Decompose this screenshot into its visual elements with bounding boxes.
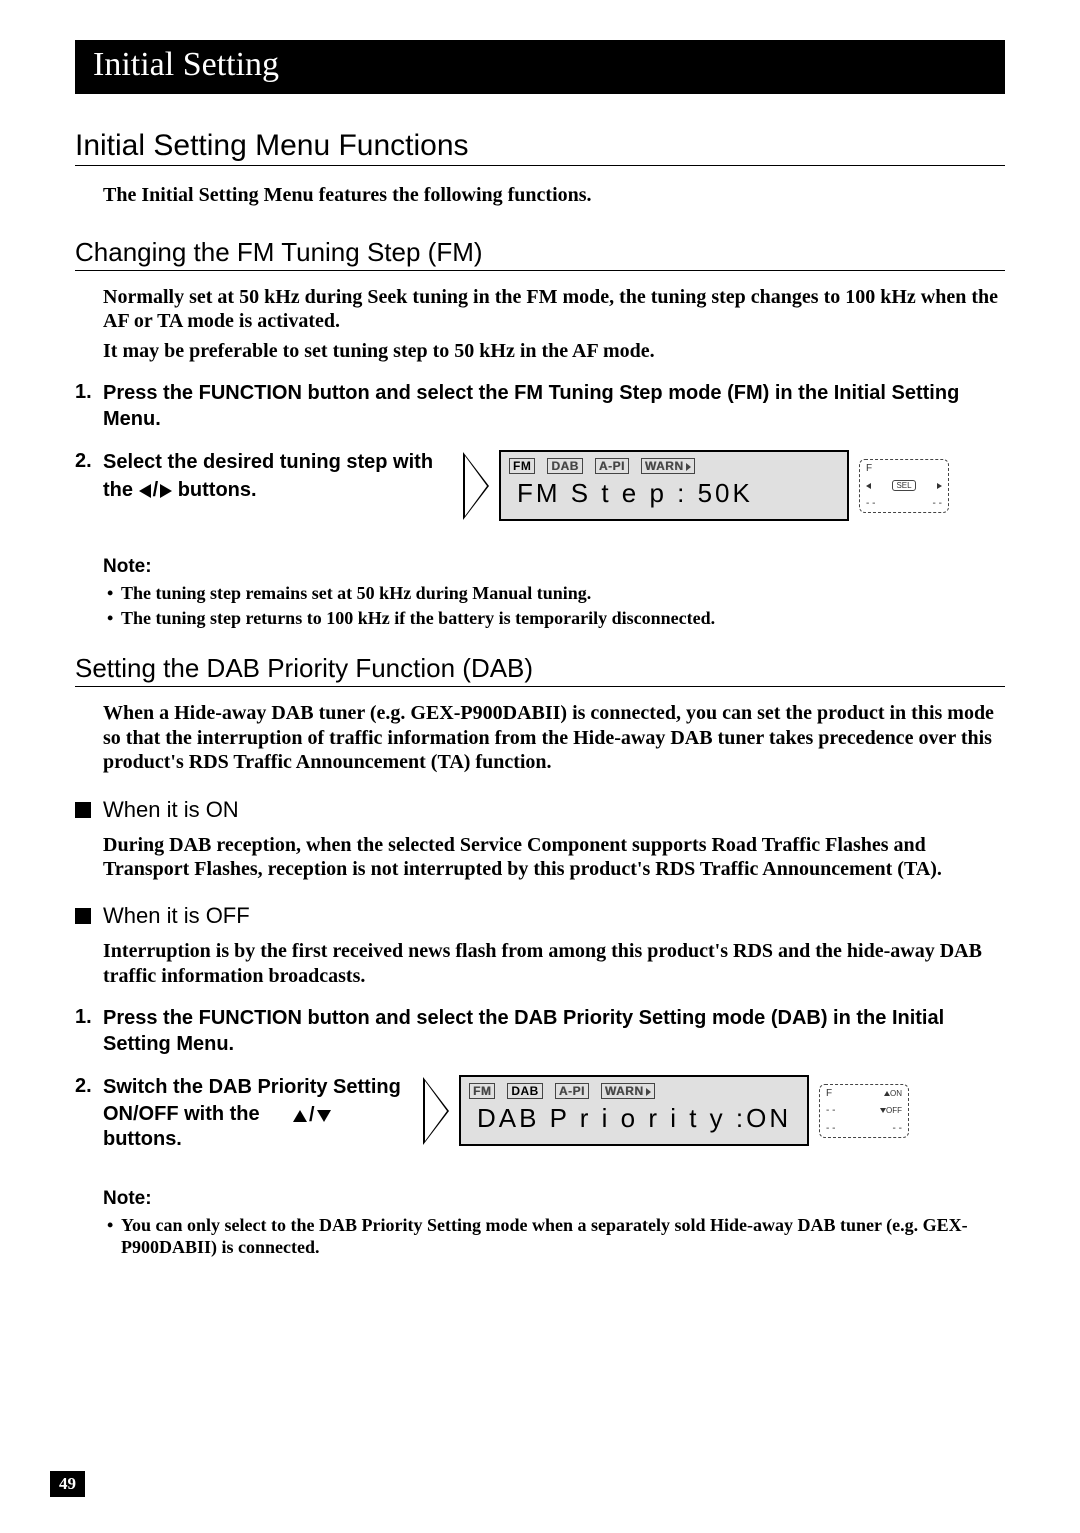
subsection-heading-dab: Setting the DAB Priority Function (DAB) [75, 653, 1005, 687]
lcd-side-panel: F SEL - -- - [859, 459, 949, 513]
step-text-a: Switch the DAB Priority Setting ON/OFF w… [103, 1076, 401, 1124]
lcd-main-text: FM S t e p : 50K [509, 478, 839, 509]
fm-step-2: 2. Select the desired tuning step with t… [75, 450, 1005, 521]
pointer-right-icon [463, 452, 489, 520]
fm-paragraph-1: Normally set at 50 kHz during Seek tunin… [103, 285, 1005, 334]
dab-intro: When a Hide-away DAB tuner (e.g. GEX-P90… [103, 701, 1005, 774]
page-number: 49 [50, 1471, 85, 1497]
dab-on-heading: When it is ON [75, 797, 1005, 823]
step-text: Select the desired tuning step with the … [103, 450, 443, 503]
lcd-side-panel: FON - -OFF - -- - [819, 1084, 909, 1138]
chapter-title: Initial Setting [75, 40, 1005, 94]
pointer-right-icon [423, 1077, 449, 1145]
fm-note-block: Note: •The tuning step remains set at 50… [103, 556, 1005, 629]
step-text: Press the FUNCTION button and select the… [103, 1006, 1005, 1057]
section-heading: Initial Setting Menu Functions [75, 129, 1005, 166]
dab-note-block: Note: •You can only select to the DAB Pr… [103, 1188, 1005, 1259]
lcd-tag-warn: WARN [601, 1083, 655, 1099]
note-label: Note: [103, 556, 1005, 578]
lcd-tag-api: A-PI [555, 1083, 589, 1099]
lcd-side-f: F [866, 463, 872, 474]
left-right-buttons-icon: / [139, 478, 173, 504]
dab-off-heading: When it is OFF [75, 903, 1005, 929]
lcd-screen-fm: FM DAB A-PI WARN FM S t e p : 50K [499, 450, 849, 521]
step-number: 2. [75, 1075, 103, 1098]
lcd-tag-dab: DAB [547, 458, 583, 474]
dab-on-text: During DAB reception, when the selected … [103, 833, 1005, 882]
note-item: •You can only select to the DAB Priority… [107, 1214, 1005, 1259]
dab-step-1: 1. Press the FUNCTION button and select … [75, 1006, 1005, 1057]
lcd-tag-dab: DAB [507, 1083, 543, 1099]
lcd-tag-warn: WARN [641, 458, 695, 474]
dab-off-text: Interruption is by the first received ne… [103, 939, 1005, 988]
note-label: Note: [103, 1188, 1005, 1210]
lcd-side-f: F [826, 1088, 832, 1099]
section-intro: The Initial Setting Menu features the fo… [103, 184, 1005, 207]
step-text: Switch the DAB Priority Setting ON/OFF w… [103, 1075, 403, 1153]
note-item: •The tuning step returns to 100 kHz if t… [107, 607, 1005, 630]
step-number: 1. [75, 381, 103, 432]
lcd-tag-fm: FM [509, 458, 535, 474]
subsection-heading-fm: Changing the FM Tuning Step (FM) [75, 237, 1005, 271]
lcd-tag-fm: FM [469, 1083, 495, 1099]
step-text-b: buttons. [178, 479, 257, 501]
step-number: 1. [75, 1006, 103, 1057]
lcd-main-text: DAB P r i o r i t y :ON [469, 1103, 799, 1134]
fm-paragraph-2: It may be preferable to set tuning step … [103, 339, 1005, 363]
step-text: Press the FUNCTION button and select the… [103, 381, 1005, 432]
lcd-side-sel: SEL [892, 480, 915, 491]
dab-step-2: 2. Switch the DAB Priority Setting ON/OF… [75, 1075, 1005, 1153]
step-number: 2. [75, 450, 103, 473]
lcd-screen-dab: FM DAB A-PI WARN DAB P r i o r i t y :ON [459, 1075, 809, 1146]
lcd-display-group: FM DAB A-PI WARN DAB P r i o r i t y :ON… [423, 1075, 909, 1146]
up-down-buttons-icon: / [293, 1103, 331, 1129]
note-item: •The tuning step remains set at 50 kHz d… [107, 582, 1005, 605]
step-text-b: buttons. [103, 1128, 182, 1150]
lcd-display-group: FM DAB A-PI WARN FM S t e p : 50K F SEL … [463, 450, 949, 521]
lcd-tag-api: A-PI [595, 458, 629, 474]
fm-step-1: 1. Press the FUNCTION button and select … [75, 381, 1005, 432]
